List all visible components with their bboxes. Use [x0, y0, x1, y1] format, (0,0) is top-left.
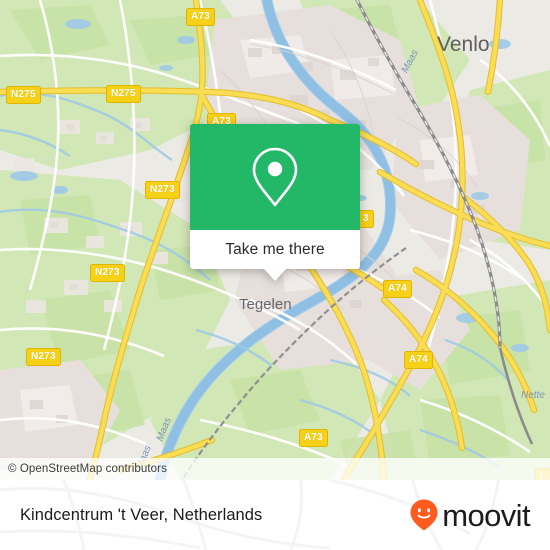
- road-shield-a73-south: A73: [299, 429, 328, 447]
- map-pin-icon: [252, 147, 298, 207]
- road-shield-n275-mid: N275: [106, 85, 141, 103]
- road-shield-n273-mid: N273: [90, 264, 125, 282]
- road-shield-a73-hidden: 3: [358, 210, 374, 228]
- road-shield-a74-upper: A74: [383, 280, 412, 298]
- road-shield-a74-lower: A74: [404, 351, 433, 369]
- map-canvas[interactable]: Venlo Tegelen Maas Maas Maas Nette A73 N…: [0, 0, 550, 480]
- road-shield-n273-upper: N273: [145, 181, 180, 199]
- river-label-nette: Nette: [521, 390, 545, 401]
- footer-bar: Kindcentrum 't Veer, Netherlands moovit: [0, 480, 550, 550]
- osm-attribution[interactable]: © OpenStreetMap contributors: [0, 458, 550, 480]
- road-shield-a73-north: A73: [186, 8, 215, 26]
- road-shield-n273-lower: N273: [26, 348, 61, 366]
- popup-header: [190, 124, 360, 230]
- take-me-there-button[interactable]: Take me there: [190, 230, 360, 269]
- map-label-venlo: Venlo: [437, 33, 490, 56]
- osm-attribution-text: © OpenStreetMap contributors: [8, 463, 167, 475]
- popup-tail: [264, 269, 286, 281]
- location-title: Kindcentrum 't Veer, Netherlands: [20, 505, 263, 524]
- road-shield-n275-west: N275: [6, 86, 41, 104]
- moovit-wordmark: moovit: [442, 497, 530, 533]
- take-me-there-label: Take me there: [225, 240, 325, 258]
- map-page: Venlo Tegelen Maas Maas Maas Nette A73 N…: [0, 0, 550, 550]
- map-label-tegelen: Tegelen: [239, 296, 292, 313]
- moovit-logo[interactable]: moovit: [409, 497, 531, 533]
- moovit-smiley-pin-icon: [410, 499, 438, 531]
- location-popup[interactable]: Take me there: [190, 124, 360, 281]
